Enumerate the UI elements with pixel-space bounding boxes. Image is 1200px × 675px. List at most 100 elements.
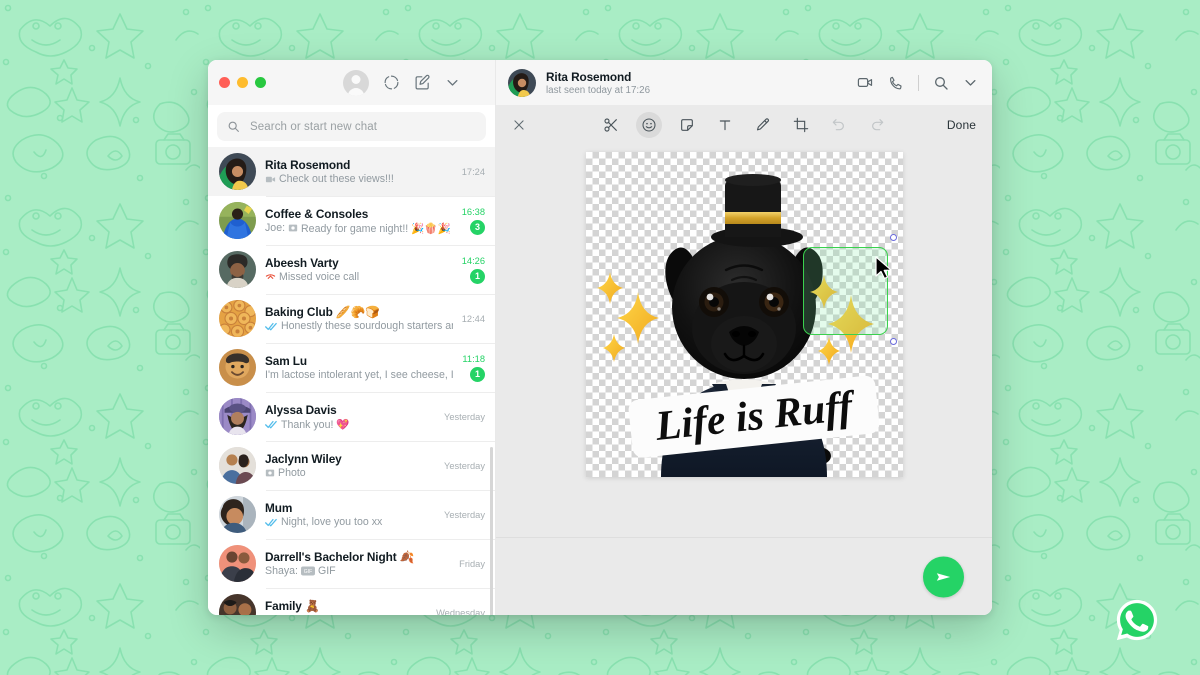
chat-time: Yesterday: [443, 509, 485, 520]
resize-handle-top-right[interactable]: [889, 234, 897, 241]
image-editor-toolbar: Done: [496, 105, 992, 145]
chat-list-item-family[interactable]: Family 🧸 Grandma: Happy dancing!!! Wedne…: [208, 588, 495, 615]
video-icon: [265, 174, 276, 185]
done-button[interactable]: Done: [947, 118, 976, 132]
chat-preview-sender: Grandma:: [265, 614, 312, 615]
chat-title: Family 🧸: [265, 599, 320, 613]
chevron-down-icon[interactable]: [963, 75, 978, 90]
chat-preview: I'm lactose intolerant yet, I see cheese…: [265, 369, 453, 381]
status-circle-icon[interactable]: [383, 74, 400, 91]
chat-time: Wednesday: [436, 607, 485, 616]
chat-time: Yesterday: [443, 411, 485, 422]
avatar: [219, 594, 256, 615]
chat-list-item-baking-club[interactable]: Baking Club 🥖🥐🍞 Honestly these sourdough…: [208, 294, 495, 343]
search-bar-container: Search or start new chat: [208, 105, 495, 147]
avatar: [219, 398, 256, 435]
chat-title: Coffee & Consoles: [265, 206, 369, 221]
photo-icon: [265, 468, 275, 478]
chat-time: Yesterday: [443, 460, 485, 471]
conversation-header: Rita Rosemond last seen today at 17:26: [496, 60, 992, 105]
undo-arrow-icon[interactable]: [826, 112, 852, 138]
chat-title: Mum: [265, 501, 293, 515]
chat-title: Darrell's Bachelor Night 🍂: [265, 550, 415, 564]
avatar: [219, 447, 256, 484]
avatar[interactable]: [508, 68, 536, 97]
avatar: [219, 153, 256, 190]
chat-list-item-rita-rosemond[interactable]: Rita Rosemond Check out these views!!! 1…: [208, 147, 495, 196]
tool-group: [496, 112, 992, 138]
emoji-icon[interactable]: [636, 112, 662, 138]
compose-icon[interactable]: [414, 74, 431, 91]
search-placeholder: Search or start new chat: [250, 120, 378, 133]
video-camera-icon[interactable]: [857, 74, 874, 91]
chat-title: Rita Rosemond: [265, 158, 351, 172]
chat-preview-sender: Shaya:: [265, 565, 298, 577]
redo-arrow-icon[interactable]: [864, 112, 890, 138]
sticker-icon[interactable]: [674, 112, 700, 138]
chat-preview-text: Missed voice call: [279, 271, 360, 283]
chat-list[interactable]: Rita Rosemond Check out these views!!! 1…: [208, 147, 495, 615]
read-ticks-icon: [265, 321, 278, 332]
profile-avatar[interactable]: [343, 69, 369, 96]
chat-time: Friday: [459, 558, 485, 569]
avatar: [219, 349, 256, 386]
close-icon[interactable]: [512, 118, 526, 132]
chat-preview: Photo: [265, 467, 435, 479]
maximize-window-button[interactable]: [255, 77, 266, 88]
chat-preview: Missed voice call: [265, 271, 453, 283]
search-input[interactable]: Search or start new chat: [217, 112, 486, 141]
close-window-button[interactable]: [219, 77, 230, 88]
chat-list-item-jaclynn-wiley[interactable]: Jaclynn Wiley Photo Yesterday: [208, 441, 495, 490]
chat-preview-text: Happy dancing!!!: [329, 614, 409, 615]
chat-list-item-sam-lu[interactable]: Sam Lu I'm lactose intolerant yet, I see…: [208, 343, 495, 392]
chat-time: 14:26: [461, 255, 485, 266]
search-icon: [227, 120, 240, 133]
whatsapp-logo: [1116, 599, 1158, 641]
read-ticks-icon: [265, 419, 278, 430]
svg-text:GIF: GIF: [304, 569, 312, 575]
sticker-canvas[interactable]: Life is Ruff: [585, 152, 903, 477]
chat-title: Sam Lu: [265, 354, 308, 368]
chat-list-item-abeesh-varty[interactable]: Abeesh Varty Missed voice call 14:26 1: [208, 245, 495, 294]
resize-handle-bottom-right[interactable]: [889, 338, 897, 345]
minimize-window-button[interactable]: [237, 77, 248, 88]
pencil-icon[interactable]: [750, 112, 776, 138]
unread-badge: 1: [470, 366, 485, 382]
traffic-light-buttons: [219, 77, 266, 88]
scissors-icon[interactable]: [598, 112, 624, 138]
chat-preview: Thank you! 💖: [265, 418, 435, 431]
chat-title: Baking Club 🥖🥐🍞: [265, 305, 380, 319]
video-icon: [315, 615, 326, 616]
chat-preview: Night, love you too xx: [265, 516, 435, 528]
gif-icon: GIF: [300, 566, 315, 576]
chat-time: 17:24: [461, 166, 485, 177]
avatar: [219, 496, 256, 533]
chat-preview: Shaya: GIF GIF: [265, 565, 450, 577]
read-ticks-icon: [265, 517, 278, 528]
chat-list-item-coffee-consoles[interactable]: Coffee & Consoles Joe: Ready for game ni…: [208, 196, 495, 245]
chat-list-item-darrells-bachelor-night[interactable]: Darrell's Bachelor Night 🍂 Shaya: GIF GI…: [208, 539, 495, 588]
contact-status: last seen today at 17:26: [546, 84, 651, 96]
chat-title: Abeesh Varty: [265, 256, 339, 270]
chat-preview-text: Honestly these sourdough starters are aw…: [281, 320, 453, 332]
send-button[interactable]: [923, 556, 964, 597]
chat-preview-text: Ready for game night!! 🎉🍿🎉: [301, 222, 451, 235]
chat-preview: Honestly these sourdough starters are aw…: [265, 320, 453, 332]
chat-preview: Grandma: Happy dancing!!!: [265, 614, 427, 615]
chat-list-item-mum[interactable]: Mum Night, love you too xx Yesterday: [208, 490, 495, 539]
chat-preview-text: I'm lactose intolerant yet, I see cheese…: [265, 369, 454, 381]
sparkles-left: [596, 272, 659, 362]
search-icon[interactable]: [933, 75, 949, 91]
chevron-down-icon[interactable]: [445, 75, 460, 90]
chat-list-item-alyssa-davis[interactable]: Alyssa Davis Thank you! 💖 Yesterday: [208, 392, 495, 441]
whatsapp-desktop-window: Search or start new chat Rita Rosemond C…: [208, 60, 992, 615]
sidebar: Search or start new chat Rita Rosemond C…: [208, 60, 496, 615]
phone-icon[interactable]: [888, 75, 904, 91]
sticker-selection-box[interactable]: [802, 234, 897, 345]
chat-preview-text: GIF: [317, 565, 336, 577]
chat-list-scrollbar[interactable]: [490, 447, 493, 615]
crop-icon[interactable]: [788, 112, 814, 138]
text-T-icon[interactable]: [712, 112, 738, 138]
chat-time: 12:44: [461, 313, 485, 324]
window-titlebar: [208, 60, 495, 105]
